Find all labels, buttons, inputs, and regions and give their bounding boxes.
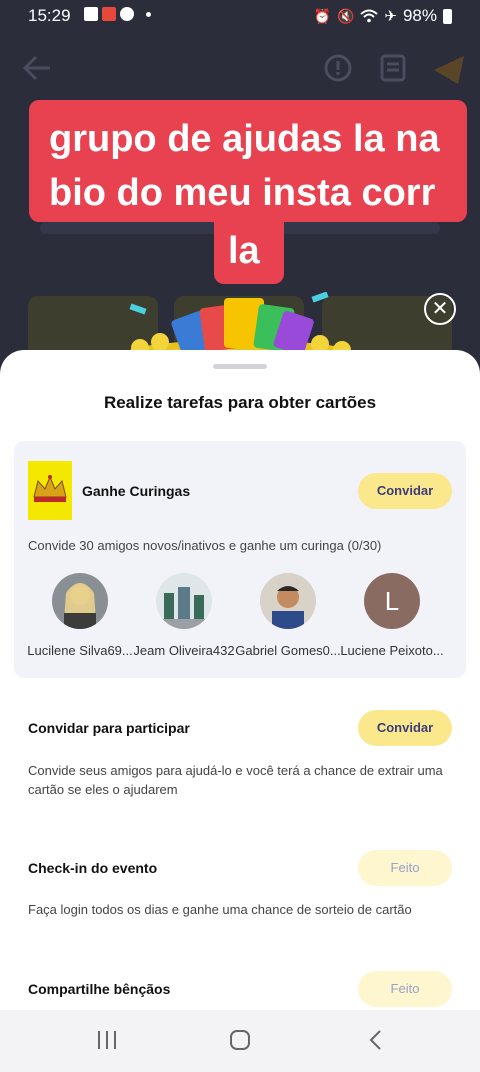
rules-icon[interactable]: [380, 54, 406, 82]
back-icon[interactable]: [368, 1029, 382, 1051]
task-invite-description: Convide seus amigos para ajudá-lo e você…: [28, 763, 443, 797]
friend-avatar: [156, 573, 212, 629]
battery-text: 98%: [402, 6, 437, 25]
friend-name: Lucilene Silva69...: [27, 643, 133, 658]
friend-avatar: [260, 573, 316, 629]
game-top-bar: [0, 46, 480, 92]
curingas-description: Convide 30 amigos novos/inativos e ganhe…: [28, 538, 382, 553]
tasks-sheet: Realize tarefas para obter cartões Ganhe…: [0, 350, 480, 1010]
friend-avatar: [52, 573, 108, 629]
info-icon[interactable]: [324, 54, 352, 82]
task-invite-button[interactable]: Convidar: [358, 710, 452, 746]
friend-item[interactable]: Lucilene Silva69...: [27, 573, 133, 658]
curingas-panel: Ganhe Curingas Convidar Convide 30 amigo…: [14, 441, 466, 678]
promo-line-1: grupo de ajudas la na: [49, 118, 440, 160]
friend-name: Gabriel Gomes0...: [235, 643, 341, 658]
crown-image: [28, 461, 72, 520]
system-nav-bar: [0, 1010, 480, 1072]
friend-item[interactable]: Gabriel Gomes0...: [235, 573, 341, 658]
crown-icon: [33, 475, 67, 502]
curingas-title: Ganhe Curingas: [82, 483, 191, 499]
promo-banner-tail: la: [214, 222, 284, 284]
share-icon[interactable]: [432, 56, 466, 84]
friend-item[interactable]: L Luciene Peixoto...: [340, 573, 444, 658]
close-icon[interactable]: ✕: [424, 293, 456, 325]
battery-icon: [443, 8, 452, 24]
promo-line-2: bio do meu insta corr: [49, 172, 436, 214]
wifi-icon: [360, 9, 379, 23]
friend-item[interactable]: Jeam Oliveira432: [132, 573, 236, 658]
status-time: 15:29: [28, 6, 71, 25]
sheet-drag-handle[interactable]: [213, 364, 267, 369]
curingas-invite-button[interactable]: Convidar: [358, 473, 452, 509]
promo-banner: grupo de ajudas la na bio do meu insta c…: [29, 100, 467, 222]
gallery-notification-icon: [84, 7, 98, 21]
mute-icon: 🔇: [336, 7, 355, 24]
promo-line-3: la: [228, 230, 260, 272]
friend-avatar: L: [364, 573, 420, 629]
alarm-icon: ⏰: [313, 7, 331, 24]
friend-name: Luciene Peixoto...: [340, 643, 444, 658]
app-notification-icon: [102, 7, 116, 21]
more-notifications-icon: [146, 12, 151, 17]
home-icon[interactable]: [229, 1029, 251, 1051]
facebook-notification-icon: [120, 7, 134, 21]
back-arrow-icon[interactable]: [22, 54, 52, 82]
task-checkin-title: Check-in do evento: [28, 860, 158, 876]
airplane-icon: ✈: [384, 8, 397, 25]
recent-apps-icon[interactable]: [96, 1030, 118, 1050]
task-invite-title: Convidar para participar: [28, 720, 190, 736]
sheet-title: Realize tarefas para obter cartões: [103, 393, 377, 412]
task-share-title: Compartilhe bênçãos: [28, 981, 171, 997]
friend-name: Jeam Oliveira432: [133, 643, 235, 658]
task-share-button[interactable]: Feito: [358, 971, 452, 1007]
status-bar: 15:29 ⏰ 🔇 ✈ 98%: [0, 0, 480, 32]
task-checkin-description: Faça login todos os dias e ganhe uma cha…: [28, 902, 412, 917]
task-checkin-button[interactable]: Feito: [358, 850, 452, 886]
